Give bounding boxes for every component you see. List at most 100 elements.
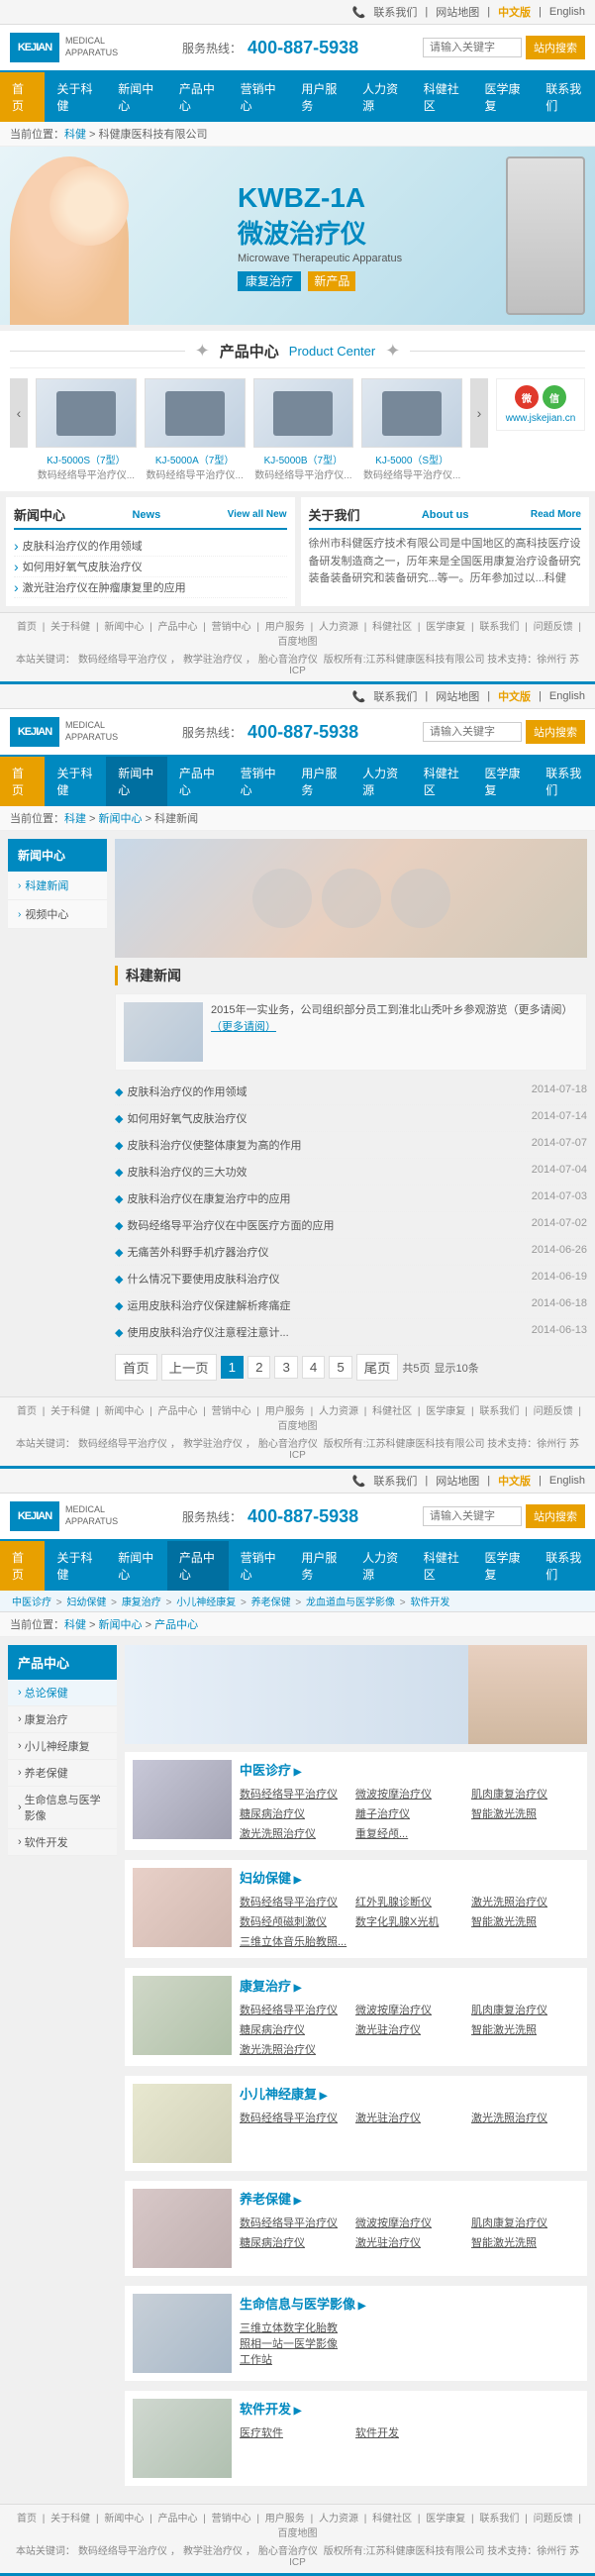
nav3-hr[interactable]: 人力资源 (350, 1541, 412, 1591)
news-item-0[interactable]: › 皮肤科治疗仪的作用领域 (14, 536, 287, 557)
breadcrumb-home1[interactable]: 科健 (64, 129, 86, 141)
sidebar3-item-4[interactable]: › 生命信息与医学影像 (8, 1787, 117, 1829)
footer3-news[interactable]: 新闻中心 (104, 2514, 144, 2524)
nav2-hr[interactable]: 人力资源 (350, 757, 412, 806)
cat-link-kangfu-1[interactable]: 微波按摩治疗仪 (355, 2001, 463, 2018)
f2-kw-1[interactable]: 数码经络导平治疗仪 (78, 1439, 167, 1450)
product-prev-btn[interactable]: ‹ (10, 378, 28, 448)
nav3-news[interactable]: 新闻中心 (106, 1541, 167, 1591)
sitemap-link2[interactable]: 网站地图 (436, 688, 479, 704)
nav2-home[interactable]: 首 页 (0, 757, 45, 806)
cat-link-xiaoer-2[interactable]: 激光洗照治疗仪 (471, 2109, 579, 2126)
breadcrumb2-news[interactable]: 新闻中心 (99, 813, 143, 825)
cat-link-fuyou-6[interactable]: 三维立体音乐胎教照... (240, 1932, 347, 1950)
cat-title-xiaoer[interactable]: 小儿神经康复 (240, 2084, 579, 2103)
cat-link-zhongyi-2[interactable]: 肌肉康复治疗仪 (471, 1785, 579, 1803)
nav-about1[interactable]: 关于科健 (45, 72, 106, 122)
lang-cn-link[interactable]: 中文版 (498, 4, 531, 20)
breadcrumb3-news[interactable]: 新闻中心 (99, 1619, 143, 1631)
sub-nav-software[interactable]: 软件开发 (410, 1597, 449, 1608)
nav2-sales[interactable]: 营销中心 (229, 757, 290, 806)
footer-link-map1[interactable]: 百度地图 (278, 637, 318, 648)
news-link-1[interactable]: 如何用好氧气皮肤治疗仪 (127, 1113, 247, 1125)
contact-link[interactable]: 联系我们 (373, 4, 417, 20)
nav2-medical[interactable]: 医学康复 (473, 757, 535, 806)
nav2-news[interactable]: 新闻中心 (106, 757, 167, 806)
nav3-medical[interactable]: 医学康复 (473, 1541, 535, 1591)
cat-link-kangfu-3[interactable]: 糖尿病治疗仪 (240, 2020, 347, 2038)
cat-link-software-1[interactable]: 软件开发 (355, 2423, 463, 2441)
cat-link-zhongyi-3[interactable]: 糖尿病治疗仪 (240, 1804, 347, 1822)
footer2-contact[interactable]: 联系我们 (479, 1406, 519, 1417)
footer2-community[interactable]: 科健社区 (372, 1406, 412, 1417)
nav-contact1[interactable]: 联系我们 (534, 72, 595, 122)
page-prev[interactable]: 上一页 (161, 1354, 217, 1381)
nav2-service[interactable]: 用户服务 (289, 757, 350, 806)
nav-medical1[interactable]: 医学康复 (473, 72, 535, 122)
sidebar3-item-2[interactable]: › 小儿神经康复 (8, 1733, 117, 1760)
news-link-7[interactable]: 什么情况下要使用皮肤科治疗仪 (127, 1274, 279, 1286)
product-item-1[interactable]: KJ-5000A（7型） 数码经络导平治疗仪... (145, 378, 246, 481)
nav-sales1[interactable]: 营销中心 (229, 72, 290, 122)
footer-link-feedback1[interactable]: 问题反馈 (534, 622, 573, 633)
footer-link-about1[interactable]: 关于科健 (50, 622, 90, 633)
search-input1[interactable] (423, 38, 522, 57)
news-link-2[interactable]: 皮肤科治疗仪使整体康复为高的作用 (127, 1140, 301, 1152)
news-link-8[interactable]: 运用皮肤科治疗仪保建解析疼痛症 (127, 1300, 290, 1312)
cat-link-kangfu-2[interactable]: 肌肉康复治疗仪 (471, 2001, 579, 2018)
kw-2[interactable]: 教学驻治疗仪 (183, 655, 243, 666)
cat-link-kangfu-6[interactable]: 激光洗照治疗仪 (240, 2040, 347, 2058)
f3-kw-1[interactable]: 数码经络导平治疗仪 (78, 2546, 167, 2557)
nav-products1[interactable]: 产品中心 (167, 72, 229, 122)
cat-link-zhongyi-7[interactable]: 重复经颅... (355, 1824, 463, 1842)
page-2[interactable]: 2 (248, 1356, 270, 1379)
page-3[interactable]: 3 (274, 1356, 297, 1379)
nav3-about[interactable]: 关于科健 (45, 1541, 106, 1591)
product-next-btn[interactable]: › (470, 378, 488, 448)
footer-link-products1[interactable]: 产品中心 (157, 622, 197, 633)
sub-nav-zhongyi[interactable]: 中医诊疗 (12, 1597, 51, 1608)
footer3-service[interactable]: 用户服务 (265, 2514, 305, 2524)
footer3-home[interactable]: 首页 (17, 2514, 37, 2524)
nav3-service[interactable]: 用户服务 (289, 1541, 350, 1591)
lang-en-link[interactable]: English (549, 6, 585, 18)
breadcrumb3-products[interactable]: 产品中心 (154, 1619, 198, 1631)
sidebar3-item-0[interactable]: › 总论保健 (8, 1680, 117, 1706)
search-btn2[interactable]: 站内搜索 (526, 720, 585, 744)
footer2-about[interactable]: 关于科健 (50, 1406, 90, 1417)
nav-news1[interactable]: 新闻中心 (106, 72, 167, 122)
news-link-9[interactable]: 使用皮肤科治疗仪注意程注意计... (127, 1327, 288, 1339)
cat-link-yanglao-0[interactable]: 数码经络导平治疗仪 (240, 2214, 347, 2231)
footer3-contact[interactable]: 联系我们 (479, 2514, 519, 2524)
f2-kw-2[interactable]: 教学驻治疗仪 (183, 1439, 243, 1450)
footer-link-news1[interactable]: 新闻中心 (104, 622, 144, 633)
cat-link-kangfu-5[interactable]: 智能激光洗照 (471, 2020, 579, 2038)
news-view-all[interactable]: View all New (228, 509, 287, 520)
news-item-2[interactable]: › 激光驻治疗仪在肿瘤康复里的应用 (14, 577, 287, 598)
cat-link-software-0[interactable]: 医疗软件 (240, 2423, 347, 2441)
footer2-products[interactable]: 产品中心 (157, 1406, 197, 1417)
footer-link-sales1[interactable]: 营销中心 (212, 622, 251, 633)
sub-nav-yanglao[interactable]: 养老保健 (251, 1597, 291, 1608)
search-btn1[interactable]: 站内搜索 (526, 36, 585, 59)
cat-link-zhongyi-0[interactable]: 数码经络导平治疗仪 (240, 1785, 347, 1803)
cat-link-fuyou-0[interactable]: 数码经络导平治疗仪 (240, 1893, 347, 1910)
cat-title-shengming[interactable]: 生命信息与医学影像 (240, 2294, 579, 2313)
cat-link-zhongyi-6[interactable]: 激光洗照治疗仪 (240, 1824, 347, 1842)
news-link-6[interactable]: 无痛苦外科野手机疗器治疗仪 (127, 1247, 268, 1259)
f3-kw-2[interactable]: 教学驻治疗仪 (183, 2546, 243, 2557)
cat-link-yanglao-4[interactable]: 激光驻治疗仪 (355, 2233, 463, 2251)
sub-nav-fuyou[interactable]: 妇幼保健 (66, 1597, 106, 1608)
sidebar3-item-3[interactable]: › 养老保健 (8, 1760, 117, 1787)
cat-link-fuyou-1[interactable]: 红外乳腺诊断仪 (355, 1893, 463, 1910)
news-link-5[interactable]: 数码经络导平治疗仪在中医医疗方面的应用 (127, 1220, 334, 1232)
cat-title-software[interactable]: 软件开发 (240, 2399, 579, 2418)
f3-kw-3[interactable]: 胎心音治疗仪 (258, 2546, 318, 2557)
footer2-sales[interactable]: 营销中心 (212, 1406, 251, 1417)
sitemap-link[interactable]: 网站地图 (436, 4, 479, 20)
sub-nav-shengming[interactable]: 龙血道血与医学影像 (306, 1597, 395, 1608)
cat-title-kangfu[interactable]: 康复治疗 (240, 1976, 579, 1995)
cat-link-fuyou-5[interactable]: 智能激光洗照 (471, 1912, 579, 1930)
search-input3[interactable] (423, 1506, 522, 1526)
lang-en-link2[interactable]: English (549, 690, 585, 702)
